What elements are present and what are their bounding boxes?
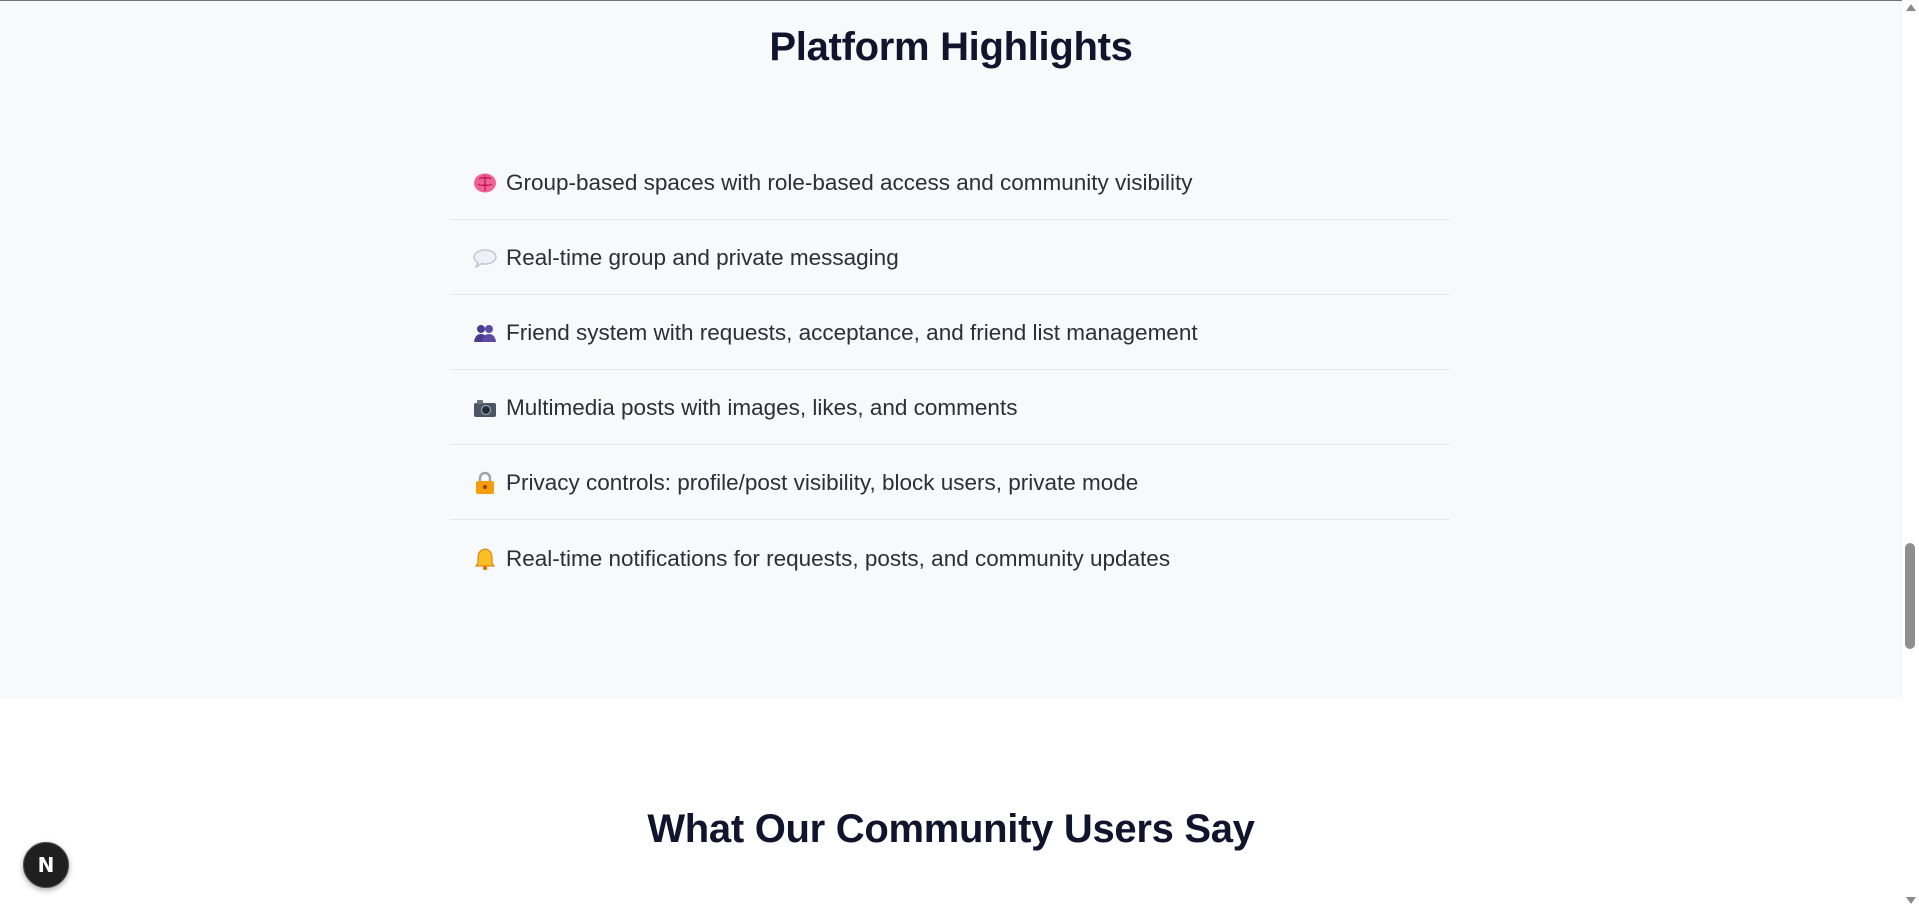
camera-icon xyxy=(472,395,498,421)
list-item: Real-time group and private messaging xyxy=(450,220,1450,295)
brain-icon xyxy=(472,170,498,196)
nextjs-dev-badge-button[interactable]: N xyxy=(23,842,69,888)
feature-text: Group-based spaces with role-based acces… xyxy=(506,169,1193,195)
feature-text: Real-time notifications for requests, po… xyxy=(506,545,1171,571)
speech-bubble-icon xyxy=(472,245,498,271)
section-title: What Our Community Users Say xyxy=(647,807,1255,851)
platform-highlights-section: Platform Highlights Group-based spaces w… xyxy=(0,1,1902,699)
list-item: Friend system with requests, acceptance,… xyxy=(450,295,1450,370)
section-title: Platform Highlights xyxy=(769,25,1133,69)
feature-text: Privacy controls: profile/post visibilit… xyxy=(506,470,1139,495)
list-item: Privacy controls: profile/post visibilit… xyxy=(450,445,1450,520)
lock-icon xyxy=(472,470,498,496)
list-item: Multimedia posts with images, likes, and… xyxy=(450,370,1450,445)
bell-icon xyxy=(472,546,498,572)
testimonials-section: What Our Community Users Say xyxy=(0,700,1902,908)
feature-list: Group-based spaces with role-based acces… xyxy=(450,144,1450,595)
badge-label: N xyxy=(37,853,55,877)
feature-text: Friend system with requests, acceptance,… xyxy=(506,320,1198,345)
scroll-up-arrow-icon[interactable] xyxy=(1906,4,1916,11)
feature-text: Real-time group and private messaging xyxy=(506,245,899,270)
list-item: Real-time notifications for requests, po… xyxy=(450,520,1450,595)
scroll-down-arrow-icon[interactable] xyxy=(1906,897,1916,904)
feature-text: Multimedia posts with images, likes, and… xyxy=(506,395,1018,420)
people-icon xyxy=(472,320,498,346)
scroll-thumb[interactable] xyxy=(1905,543,1915,649)
page-scrollbar[interactable] xyxy=(1902,0,1919,908)
list-item: Group-based spaces with role-based acces… xyxy=(450,144,1450,220)
